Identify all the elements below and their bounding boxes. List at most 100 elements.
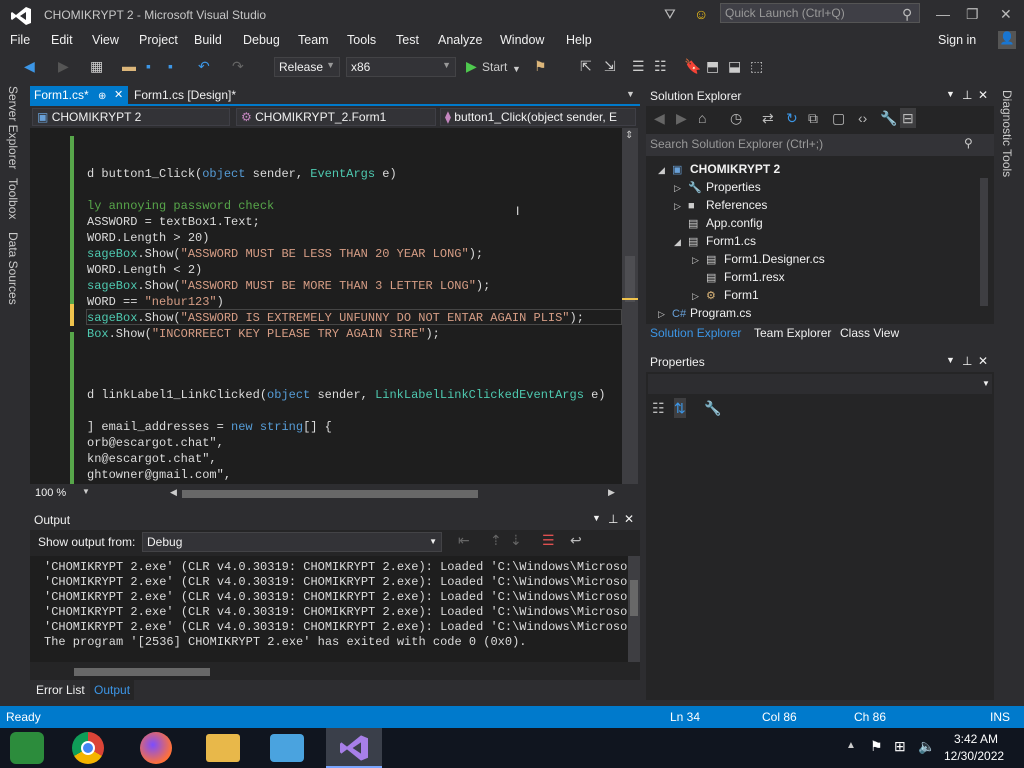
file-explorer-icon[interactable] — [206, 734, 240, 762]
scroll-thumb[interactable] — [625, 256, 635, 302]
back-icon[interactable]: ◀ — [24, 58, 35, 74]
menu-view[interactable]: View — [92, 33, 119, 47]
tree-item-form1-designer-cs[interactable]: ▷ ▤ Form1.Designer.cs — [692, 252, 825, 266]
server-explorer-tab[interactable]: Server Explorer — [6, 86, 20, 169]
forward-icon[interactable]: ▶ — [58, 58, 69, 74]
project-dropdown[interactable]: ▣ CHOMIKRYPT 2 — [32, 108, 230, 126]
close-icon[interactable]: ✕ — [978, 354, 988, 368]
tab-overflow-icon[interactable]: ▼ — [626, 89, 635, 99]
close-icon[interactable]: ✕ — [978, 88, 988, 102]
open-file-icon[interactable]: ▬ — [122, 58, 136, 74]
expand-arrow-icon[interactable]: ▷ — [692, 291, 706, 302]
feedback-smiley-icon[interactable]: ☺ — [694, 4, 708, 24]
forward-icon[interactable]: ▶ — [676, 108, 687, 128]
quick-launch-input[interactable]: Quick Launch (Ctrl+Q) — [720, 3, 920, 23]
tree-item-app-config[interactable]: ▤ App.config — [674, 216, 763, 230]
code-editor[interactable]: I d button1_Click(object sender, EventAr… — [30, 128, 622, 484]
tab-form1-design[interactable]: Form1.cs [Design]* — [130, 86, 240, 106]
property-pages-icon[interactable]: 🔧 — [704, 398, 721, 418]
minimize-button[interactable]: — — [936, 4, 950, 24]
menu-analyze[interactable]: Analyze — [438, 33, 482, 47]
tree-item-chomikrypt-2[interactable]: ◢ ▣ CHOMIKRYPT 2 — [658, 162, 780, 176]
new-project-icon[interactable]: ▦ — [90, 58, 103, 74]
flag-icon[interactable]: ⚑ — [870, 738, 883, 755]
expand-arrow-icon[interactable]: ▷ — [674, 183, 688, 194]
pin-icon[interactable]: ⊥ — [608, 512, 618, 526]
menu-build[interactable]: Build — [194, 33, 222, 47]
step-icon[interactable]: ⇱ — [580, 58, 592, 74]
find-message-icon[interactable]: ⇤ — [458, 530, 470, 550]
scroll-left-icon[interactable]: ◀ — [170, 487, 177, 498]
tab-close-icon[interactable]: ✕ — [114, 88, 123, 101]
sync-icon[interactable]: ⇄ — [762, 108, 774, 128]
filter-icon[interactable]: ⛛ — [664, 4, 676, 24]
zoom-level[interactable]: 100 % — [35, 487, 66, 499]
view-code-icon[interactable]: ‹› — [858, 108, 867, 128]
output-text-area[interactable]: 'CHOMIKRYPT 2.exe' (CLR v4.0.30319: CHOM… — [30, 556, 628, 662]
expand-arrow-icon[interactable]: ◢ — [674, 237, 688, 248]
bookmark-prev-icon[interactable]: ⬒ — [706, 58, 719, 74]
scroll-right-icon[interactable]: ▶ — [608, 487, 615, 498]
menu-window[interactable]: Window — [500, 33, 544, 47]
bookmark-icon[interactable]: 🔖 — [684, 58, 701, 74]
preview-icon[interactable]: ⊟ — [900, 108, 916, 128]
menu-tools[interactable]: Tools — [347, 33, 376, 47]
show-hidden-icons[interactable]: ▲ — [846, 740, 856, 751]
member-dropdown[interactable]: ⧫ button1_Click(object sender, E — [440, 108, 636, 126]
tree-scrollbar[interactable] — [980, 178, 988, 306]
alphabetical-icon[interactable]: ⇅ — [674, 398, 686, 418]
expand-arrow-icon[interactable]: ▷ — [692, 255, 706, 266]
menu-project[interactable]: Project — [139, 33, 178, 47]
tab-error-list[interactable]: Error List — [36, 683, 85, 697]
bookmark-next-icon[interactable]: ⬓ — [728, 58, 741, 74]
next-message-icon[interactable]: ⇣ — [510, 530, 522, 550]
tab-team-explorer[interactable]: Team Explorer — [754, 326, 831, 340]
clock-date[interactable]: 12/30/2022 — [944, 749, 1004, 763]
visual-studio-taskbar-button[interactable] — [326, 728, 382, 768]
prev-message-icon[interactable]: ⇡ — [490, 530, 502, 550]
back-icon[interactable]: ◀ — [654, 108, 665, 128]
class-dropdown[interactable]: ⚙ CHOMIKRYPT_2.Form1 — [236, 108, 436, 126]
show-all-files-icon[interactable]: ▢ — [832, 108, 845, 128]
output-vscroll[interactable] — [628, 556, 640, 662]
chrome-icon[interactable] — [72, 732, 104, 764]
word-wrap-icon[interactable]: ↩ — [570, 530, 582, 550]
restore-button[interactable]: ❐ — [966, 4, 979, 24]
tree-item-form1[interactable]: ▷ ⚙ Form1 — [692, 288, 759, 302]
pin-icon[interactable]: ⊥ — [962, 88, 972, 102]
panel-menu-icon[interactable]: ▼ — [592, 513, 601, 523]
close-icon[interactable]: ✕ — [624, 512, 634, 526]
menu-help[interactable]: Help — [566, 33, 592, 47]
platform-select[interactable]: x86 ▼ — [346, 57, 456, 77]
bookmark-clear-icon[interactable]: ⬚ — [750, 58, 763, 74]
account-avatar[interactable]: 👤 — [998, 31, 1016, 49]
step-over-icon[interactable]: ⇲ — [604, 58, 616, 74]
tree-item-references[interactable]: ▷ ■ References — [674, 198, 767, 212]
sign-in-link[interactable]: Sign in — [938, 33, 976, 47]
tab-solution-explorer[interactable]: Solution Explorer — [650, 326, 741, 340]
refresh-icon[interactable]: ↻ — [786, 108, 798, 128]
volume-icon[interactable]: 🔈 — [918, 738, 935, 755]
collapse-all-icon[interactable]: ⧉ — [808, 108, 818, 128]
start-dropdown-icon[interactable]: ▼ — [512, 61, 521, 77]
tab-output[interactable]: Output — [90, 680, 135, 700]
toolbox-tab[interactable]: Toolbox — [6, 178, 20, 219]
menu-file[interactable]: File — [10, 33, 30, 47]
horizontal-scroll-thumb[interactable] — [182, 490, 478, 498]
network-icon[interactable]: ⊞ — [894, 738, 906, 755]
comment-icon[interactable]: ☰ — [632, 58, 645, 74]
panel-menu-icon[interactable]: ▼ — [946, 89, 955, 99]
properties-icon[interactable]: 🔧 — [880, 108, 897, 128]
tree-item-program-cs[interactable]: ▷ C# Program.cs — [658, 306, 751, 320]
firefox-icon[interactable] — [140, 732, 172, 764]
clock-time[interactable]: 3:42 AM — [954, 732, 998, 746]
home-icon[interactable]: ⌂ — [698, 108, 706, 128]
menu-team[interactable]: Team — [298, 33, 329, 47]
expand-arrow-icon[interactable]: ◢ — [658, 165, 672, 176]
find-in-files-icon[interactable]: ⚑ — [534, 58, 547, 74]
uncomment-icon[interactable]: ☷ — [654, 58, 667, 74]
redo-icon[interactable]: ↷ — [232, 58, 244, 74]
pin-icon[interactable]: ⊥ — [962, 354, 972, 368]
zoom-dropdown-icon[interactable]: ▼ — [82, 487, 90, 496]
categorized-icon[interactable]: ☷ — [652, 398, 665, 418]
